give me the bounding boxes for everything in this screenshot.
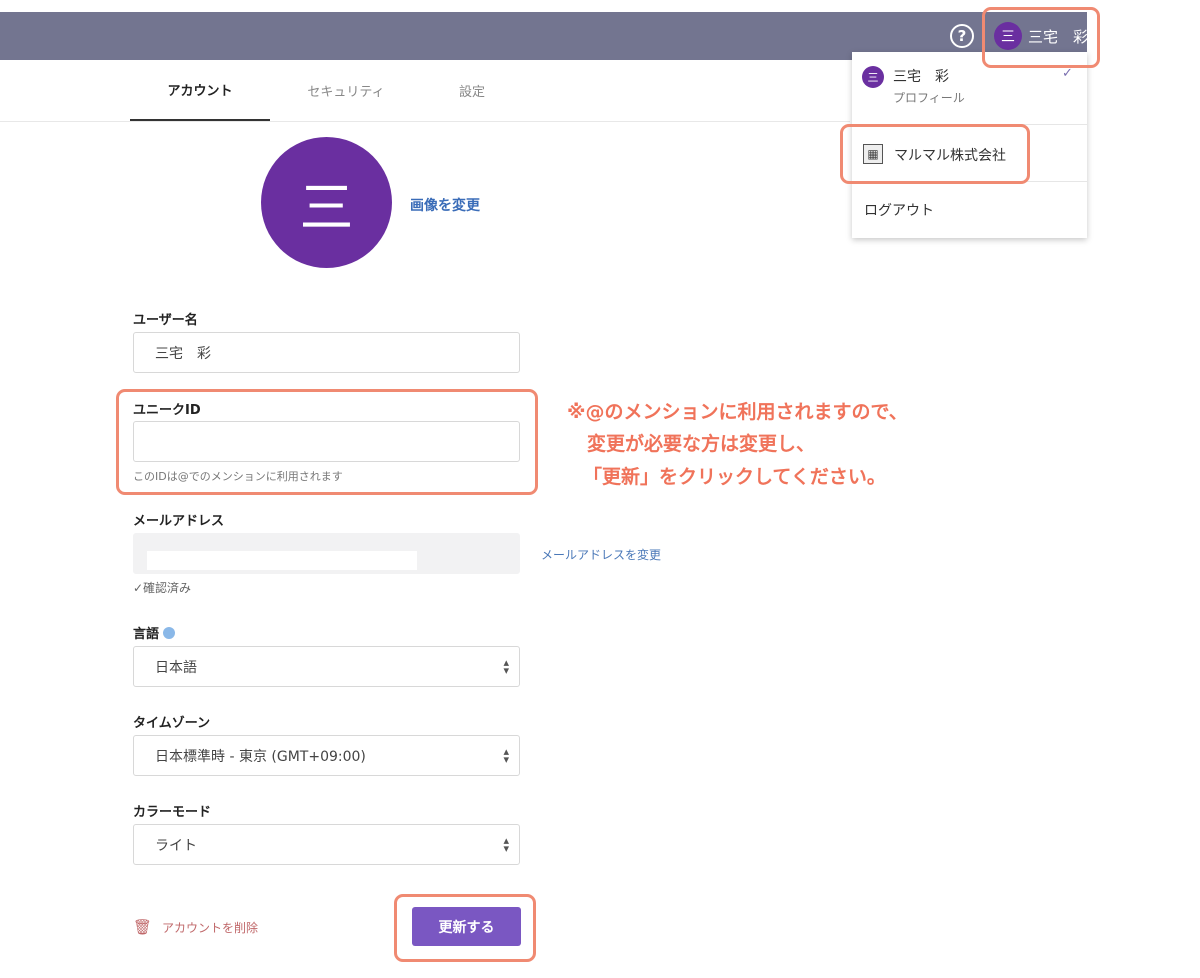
avatar: 三 [994, 22, 1022, 50]
logout-menu-item[interactable]: ログアウト [864, 200, 934, 220]
profile-name: 三宅 彩 [893, 69, 949, 85]
annotation-line-3: 「更新」をクリックしてください。 [583, 466, 886, 488]
check-icon: ✓ [1062, 66, 1073, 81]
update-button[interactable]: 更新する [412, 907, 521, 946]
email-label: メールアドレス [133, 514, 225, 529]
building-icon: ▦ [863, 144, 883, 164]
color-mode-select[interactable]: ライト ▴ ▾ [133, 824, 520, 865]
trash-icon: 🗑 [133, 918, 153, 936]
timezone-label: タイムゾーン [133, 716, 211, 731]
select-caret-icon: ▴ ▾ [503, 834, 509, 855]
language-label: 言語 [133, 623, 176, 642]
email-redaction [147, 551, 417, 570]
divider [852, 181, 1087, 182]
change-email-link[interactable]: メールアドレスを変更 [541, 546, 661, 563]
language-value: 日本語 [155, 659, 197, 676]
unique-id-hint: このIDは@でのメンションに利用されます [133, 470, 343, 483]
profile-subtitle: プロフィール [893, 91, 965, 105]
select-caret-icon: ▴ ▾ [503, 656, 509, 677]
language-select[interactable]: 日本語 ▴ ▾ [133, 646, 520, 687]
profile-avatar: 三 [261, 137, 392, 268]
delete-account-link[interactable]: 🗑 アカウントを削除 [133, 918, 258, 936]
organization-name: マルマル株式会社 [894, 148, 1006, 164]
annotation-line-2: 変更が必要な方は変更し、 [587, 433, 816, 455]
unique-id-label: ユニークID [133, 403, 201, 418]
avatar: 三 [862, 66, 884, 88]
change-image-link[interactable]: 画像を変更 [410, 195, 480, 215]
user-menu-button[interactable]: 三 三宅 彩 [994, 22, 1088, 50]
user-dropdown-menu: 三 三宅 彩 プロフィール ✓ ▦ マルマル株式会社 ログアウト [852, 52, 1087, 238]
annotation-line-1: ※@のメンションに利用されますので、 [567, 401, 908, 423]
tab-settings[interactable]: 設定 [402, 60, 542, 121]
account-tabs: アカウント セキュリティ 設定 [0, 60, 850, 122]
tab-security[interactable]: セキュリティ [276, 60, 416, 121]
timezone-select[interactable]: 日本標準時 - 東京 (GMT+09:00) ▴ ▾ [133, 735, 520, 776]
username-label: ユーザー名 [133, 313, 198, 328]
delete-account-label: アカウントを削除 [162, 920, 259, 935]
help-icon[interactable]: ? [950, 24, 974, 48]
divider [852, 124, 1087, 125]
globe-icon [163, 627, 176, 639]
user-name: 三宅 彩 [1028, 27, 1089, 46]
username-field[interactable]: 三宅 彩 [133, 332, 520, 373]
tab-account[interactable]: アカウント [130, 60, 270, 121]
timezone-value: 日本標準時 - 東京 (GMT+09:00) [155, 748, 366, 765]
select-caret-icon: ▴ ▾ [503, 745, 509, 766]
color-mode-label: カラーモード [133, 805, 212, 820]
color-mode-value: ライト [155, 837, 197, 854]
email-verified-status: ✓確認済み [133, 581, 192, 595]
unique-id-field[interactable] [133, 421, 520, 462]
